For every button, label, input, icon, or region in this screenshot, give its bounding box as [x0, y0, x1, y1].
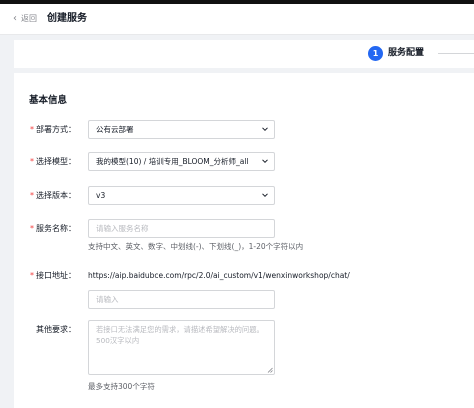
- back-button[interactable]: ‹ 返回: [13, 12, 37, 26]
- service-name-label: * 服务名称：: [30, 224, 76, 233]
- other-textarea[interactable]: 若接口无法满足您的需求，请描述希望解决的问题。500汉字以内: [88, 320, 275, 375]
- model-select[interactable]: 我的模型(10) / 培训专用_BLOOM_分析师_all: [88, 152, 275, 171]
- chevron-down-icon: [262, 127, 268, 132]
- service-name-hint: 支持中文、英文、数字、中划线(-)、下划线(_)，1-20个字符以内: [88, 242, 304, 251]
- required-mark: *: [30, 191, 34, 200]
- other-placeholder: 若接口无法满足您的需求，请描述希望解决的问题。500汉字以内: [96, 325, 264, 345]
- step-label: 服务配置: [388, 48, 425, 58]
- endpoint-input[interactable]: 请输入: [88, 290, 275, 309]
- deploy-label: * 部署方式：: [30, 125, 76, 134]
- deploy-select[interactable]: 公有云部署: [88, 120, 275, 139]
- back-label: 返回: [21, 14, 37, 23]
- chevron-down-icon: [262, 193, 268, 198]
- form-card: 基本信息 * 部署方式： 公有云部署 * 选择模型： 我的模型(10) / 培训专用…: [14, 73, 474, 408]
- endpoint-url: https://aip.baidubce.com/rpc/2.0/ai_cust…: [88, 271, 350, 280]
- required-mark: *: [30, 125, 34, 134]
- deploy-value: 公有云部署: [96, 125, 134, 134]
- required-mark: *: [30, 271, 34, 280]
- version-select[interactable]: v3: [88, 186, 275, 205]
- model-value: 我的模型(10) / 培训专用_BLOOM_分析师_all: [96, 157, 249, 166]
- page-title: 创建服务: [47, 13, 87, 24]
- step-number: 1: [368, 46, 383, 61]
- version-value: v3: [96, 191, 106, 200]
- required-mark: *: [30, 157, 34, 166]
- chevron-left-icon: ‹: [13, 13, 17, 24]
- other-label: 其他要求：: [36, 325, 76, 334]
- resize-handle-icon[interactable]: [267, 367, 273, 373]
- required-mark: *: [30, 224, 34, 233]
- step-connector: [438, 53, 474, 54]
- model-label: * 选择模型：: [30, 157, 76, 166]
- page-header: ‹ 返回 创建服务: [0, 4, 474, 35]
- other-hint: 最多支持300个字符: [88, 382, 155, 391]
- section-title: 基本信息: [29, 95, 68, 106]
- endpoint-label: * 接口地址：: [30, 271, 76, 280]
- step-bar: 1 服务配置: [14, 40, 474, 68]
- chevron-down-icon: [262, 159, 268, 164]
- version-label: * 选择版本：: [30, 191, 76, 200]
- service-name-input[interactable]: 请输入服务名称: [88, 219, 275, 238]
